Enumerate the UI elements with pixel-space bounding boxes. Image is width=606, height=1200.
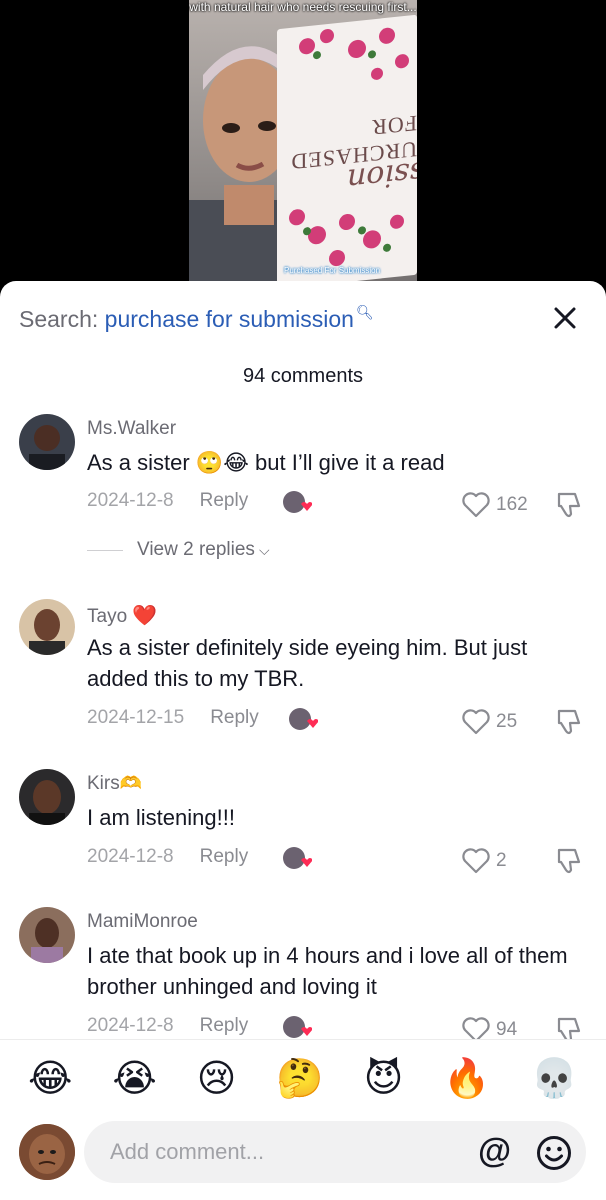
quick-emoji-row: 😂 😭 😢 🤔 😈 🔥 💀 (0, 1056, 606, 1102)
avatar[interactable] (19, 907, 75, 963)
username-emoji: ❤️ (132, 605, 158, 627)
comment-composer-bar: 😂 😭 😢 🤔 😈 🔥 💀 @ (0, 1039, 606, 1200)
user-avatar[interactable] (19, 1124, 75, 1180)
like-count: 25 (496, 711, 518, 732)
like-count: 2 (496, 850, 507, 871)
creator-liked-icon (283, 1016, 312, 1038)
reply-button[interactable]: Reply (200, 846, 249, 868)
like-button[interactable]: 2 (462, 848, 507, 874)
avatar[interactable] (19, 599, 75, 655)
view-replies-label: View 2 replies (137, 539, 255, 560)
chevron-down-icon: ⌵ (258, 541, 270, 558)
comment-text: I ate that book up in 4 hours and i love… (87, 943, 568, 999)
comment-username[interactable]: Kirs🫶 (87, 773, 142, 795)
username-text: Kirs (87, 773, 120, 794)
heart-icon (462, 848, 490, 874)
video-player[interactable]: URCHASED FOR Submission Purchased For Su… (0, 0, 606, 300)
view-replies-button[interactable]: View 2 replies ⌵ (87, 539, 270, 561)
emoji-button[interactable]: 🤔 (276, 1056, 323, 1102)
video-tag[interactable]: Purchased For Submission (284, 266, 380, 275)
avatar[interactable] (19, 769, 75, 825)
comment-meta: 2024-12-15 Reply (87, 707, 259, 729)
heart-icon (462, 492, 490, 518)
video-frame[interactable]: URCHASED FOR Submission Purchased For Su… (189, 0, 417, 300)
avatar[interactable] (19, 414, 75, 470)
emoji-button[interactable]: 😢 (197, 1056, 237, 1102)
creator-liked-icon (289, 708, 318, 730)
video-caption: with natural hair who needs rescuing fir… (189, 0, 417, 14)
reply-button[interactable]: Reply (210, 707, 259, 729)
creator-liked-icon (283, 491, 312, 513)
divider-line (87, 549, 123, 551)
comment-date: 2024-12-8 (87, 846, 174, 867)
username-text: Tayo (87, 606, 128, 627)
comment-item: Kirs🫶 I am listening!!! 2024-12-8 Reply … (0, 769, 606, 889)
emoji-button[interactable]: 😭 (112, 1056, 156, 1102)
like-button[interactable]: 162 (462, 492, 528, 518)
comment-count: 94 comments (242, 365, 364, 387)
reply-button[interactable]: Reply (200, 1015, 249, 1037)
comment-item: Tayo ❤️ As a sister definitely side eyei… (0, 599, 606, 749)
emoji-button[interactable]: 🔥 (443, 1056, 490, 1102)
username-emoji: 🫶 (119, 773, 143, 793)
dislike-icon[interactable] (555, 707, 583, 737)
book-cover: URCHASED FOR Submission (277, 14, 417, 290)
comment-date: 2024-12-8 (87, 1015, 174, 1036)
comment-meta: 2024-12-8 Reply (87, 846, 248, 868)
comment-item: MamiMonroe I ate that book up in 4 hours… (0, 907, 606, 1047)
search-suggestion[interactable]: Search: purchase for submission 🔍︎ (19, 303, 374, 338)
search-icon: 🔍︎ (355, 304, 374, 320)
creator-liked-icon (283, 847, 312, 869)
emoji-picker-icon[interactable] (536, 1135, 572, 1171)
dislike-icon[interactable] (555, 846, 583, 876)
comment-username[interactable]: MamiMonroe (87, 911, 198, 933)
emoji-button[interactable]: 😂 (28, 1056, 72, 1102)
emoji-button[interactable]: 😈 (364, 1056, 404, 1102)
search-prefix: Search: (19, 306, 99, 332)
like-count: 94 (496, 1019, 518, 1040)
like-button[interactable]: 25 (462, 709, 517, 735)
close-icon[interactable] (550, 303, 580, 333)
comment-username[interactable]: Tayo ❤️ (87, 603, 157, 628)
mention-button[interactable]: @ (478, 1132, 511, 1171)
emoji-button[interactable]: 💀 (531, 1056, 578, 1102)
comment-meta: 2024-12-8 Reply (87, 1015, 248, 1037)
reply-button[interactable]: Reply (200, 490, 249, 512)
heart-icon (462, 709, 490, 735)
comment-text: As a sister 🙄😂 but I’ll give it a read (87, 450, 445, 475)
comment-date: 2024-12-15 (87, 707, 185, 728)
like-count: 162 (496, 494, 528, 515)
comment-text: I am listening!!! (87, 805, 235, 830)
comment-text: As a sister definitely side eyeing him. … (87, 635, 528, 691)
dislike-icon[interactable] (555, 490, 583, 520)
comment-meta: 2024-12-8 Reply (87, 490, 248, 512)
search-term-link[interactable]: purchase for submission (105, 306, 354, 332)
comment-date: 2024-12-8 (87, 490, 174, 511)
comment-username[interactable]: Ms.Walker (87, 418, 176, 440)
